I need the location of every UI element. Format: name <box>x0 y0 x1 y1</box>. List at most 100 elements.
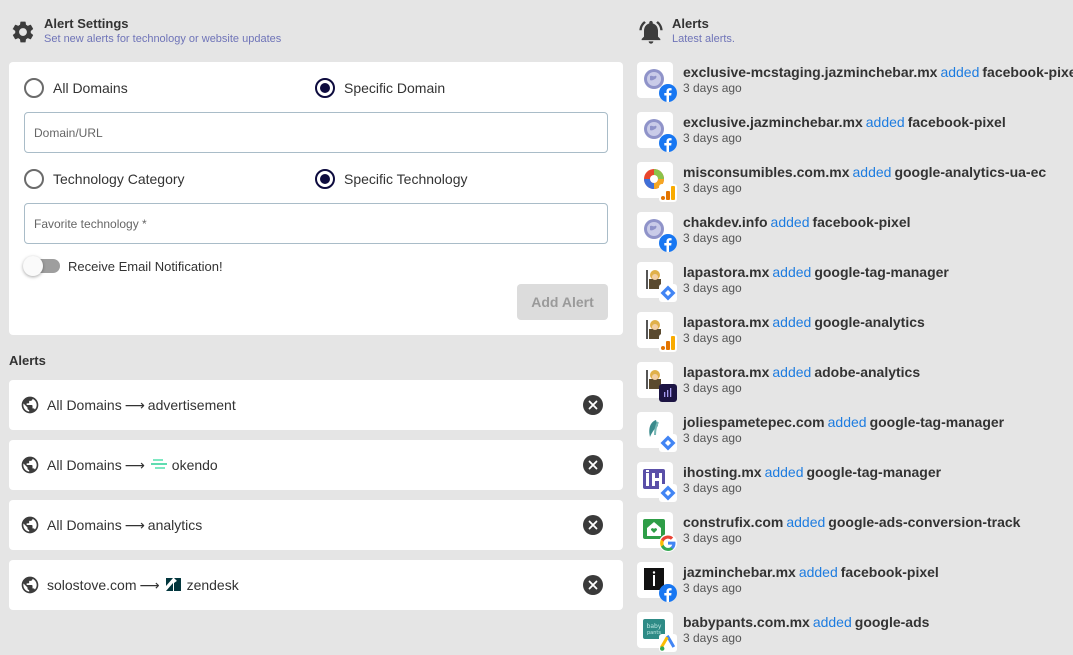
remove-alert-button[interactable] <box>583 395 603 415</box>
alert-technology-link[interactable]: google-ads <box>855 614 930 630</box>
radio-circle[interactable] <box>24 169 44 189</box>
alert-domain-link[interactable]: joliespametepec.com <box>683 414 825 430</box>
gear-icon <box>9 18 37 46</box>
globe-icon <box>21 456 39 474</box>
alert-action: added <box>764 464 804 480</box>
add-alert-button[interactable]: Add Alert <box>517 284 608 320</box>
alert-timestamp: 3 days ago <box>683 281 742 295</box>
alert-action: added <box>770 214 810 230</box>
radio-all-domains[interactable]: All Domains <box>24 78 315 98</box>
site-favicon <box>637 112 677 152</box>
radio-specific-technology[interactable]: Specific Technology <box>315 169 467 189</box>
arrow-right-icon: ⟶ <box>124 456 145 473</box>
alert-domain-link[interactable]: jazminchebar.mx <box>683 564 796 580</box>
svg-text:baby: baby <box>647 623 662 630</box>
alert-item: All Domains ⟶ okendo <box>9 440 623 490</box>
google-tag-manager-icon <box>659 434 677 452</box>
alert-feed-item: lapastora.mx added google-analytics 3 days … <box>637 312 1073 362</box>
alert-settings-subtitle: Set new alerts for technology or website… <box>44 33 282 45</box>
arrow-right-icon: ⟶ <box>124 396 145 413</box>
alert-technology-link[interactable]: google-ads-conversion-track <box>828 514 1020 530</box>
alert-technology-link[interactable]: google-analytics-ua-ec <box>894 164 1046 180</box>
favorite-technology-input[interactable] <box>24 203 608 244</box>
alert-domain-link[interactable]: exclusive.jazminchebar.mx <box>683 114 863 130</box>
domain-url-input[interactable] <box>24 112 608 153</box>
remove-alert-button[interactable] <box>583 455 603 475</box>
facebook-icon <box>659 584 677 602</box>
site-favicon <box>637 562 677 602</box>
site-favicon <box>637 262 677 302</box>
adobe-analytics-icon <box>659 384 677 402</box>
site-favicon <box>637 362 677 402</box>
alert-timestamp: 3 days ago <box>683 431 742 445</box>
alert-domain-link[interactable]: lapastora.mx <box>683 314 769 330</box>
alert-scope: All Domains <box>47 517 122 533</box>
toggle-knob[interactable] <box>23 256 43 276</box>
latest-alerts-panel: Alerts Latest alerts. exclusive-mcstagin… <box>637 0 1073 655</box>
globe-icon <box>21 576 39 594</box>
alert-action: added <box>786 514 826 530</box>
radio-specific-domain[interactable]: Specific Domain <box>315 78 445 98</box>
alert-technology-link[interactable]: facebook-pixel <box>908 114 1006 130</box>
alert-technology-link[interactable]: google-tag-manager <box>807 464 942 480</box>
alert-domain-link[interactable]: lapastora.mx <box>683 364 769 380</box>
alert-technology-link[interactable]: google-tag-manager <box>814 264 949 280</box>
alert-feed-item: jazminchebar.mx added facebook-pixel 3 days… <box>637 562 1073 612</box>
domain-scope-radio-group: All Domains Specific Domain <box>24 76 608 100</box>
alert-timestamp: 3 days ago <box>683 81 742 95</box>
site-favicon <box>637 462 677 502</box>
alert-timestamp: 3 days ago <box>683 631 742 645</box>
alert-domain-link[interactable]: chakdev.info <box>683 214 768 230</box>
alert-settings-header: Alert Settings Set new alerts for techno… <box>9 0 623 62</box>
google-tag-manager-icon <box>659 284 677 302</box>
alert-technology-link[interactable]: google-analytics <box>814 314 924 330</box>
google-analytics-icon <box>659 334 677 352</box>
alert-action: added <box>772 314 812 330</box>
site-favicon <box>637 512 677 552</box>
alert-scope: All Domains <box>47 457 122 473</box>
alert-item: All Domains ⟶ advertisement <box>9 380 623 430</box>
alert-feed-item: exclusive.jazminchebar.mx added facebook-p… <box>637 112 1073 162</box>
alert-technology-link[interactable]: google-tag-manager <box>870 414 1005 430</box>
radio-technology-category[interactable]: Technology Category <box>24 169 315 189</box>
remove-alert-button[interactable] <box>583 575 603 595</box>
email-notification-toggle[interactable] <box>23 256 60 276</box>
alert-technology-link[interactable]: facebook-pixel <box>841 564 939 580</box>
alert-timestamp: 3 days ago <box>683 131 742 145</box>
radio-circle-checked[interactable] <box>315 78 335 98</box>
alert-action: added <box>772 364 812 380</box>
alert-domain-link[interactable]: exclusive-mcstaging.jazminchebar.mx <box>683 64 937 80</box>
email-notification-row: Receive Email Notification! <box>23 255 608 277</box>
latest-alerts-title: Alerts <box>672 16 709 31</box>
facebook-icon <box>659 234 677 252</box>
alert-domain-link[interactable]: misconsumibles.com.mx <box>683 164 850 180</box>
radio-circle[interactable] <box>24 78 44 98</box>
globe-icon <box>21 516 39 534</box>
alert-domain-link[interactable]: lapastora.mx <box>683 264 769 280</box>
alert-timestamp: 3 days ago <box>683 331 742 345</box>
radio-circle-checked[interactable] <box>315 169 335 189</box>
site-favicon <box>637 162 677 202</box>
alert-technology-link[interactable]: facebook-pixel <box>812 214 910 230</box>
my-alerts-heading: Alerts <box>9 353 46 368</box>
site-favicon <box>637 312 677 352</box>
alert-item: All Domains ⟶ analytics <box>9 500 623 550</box>
alert-feed-item: ihosting.mx added google-tag-manager 3 days… <box>637 462 1073 512</box>
alert-action: added <box>940 64 980 80</box>
zendesk-logo-icon <box>165 578 182 592</box>
alert-technology-link[interactable]: facebook-pixel <box>982 64 1073 80</box>
alert-domain-link[interactable]: construfix.com <box>683 514 783 530</box>
latest-alerts-subtitle: Latest alerts. <box>672 33 735 45</box>
alert-domain-link[interactable]: babypants.com.mx <box>683 614 810 630</box>
alert-timestamp: 3 days ago <box>683 481 742 495</box>
close-icon <box>588 580 598 590</box>
close-icon <box>588 460 598 470</box>
alert-technology-link[interactable]: adobe-analytics <box>814 364 920 380</box>
alert-domain-link[interactable]: ihosting.mx <box>683 464 762 480</box>
remove-alert-button[interactable] <box>583 515 603 535</box>
alert-feed-item: lapastora.mx added adobe-analytics 3 days a… <box>637 362 1073 412</box>
globe-icon <box>21 396 39 414</box>
alert-action: added <box>827 414 867 430</box>
alert-scope: All Domains <box>47 397 122 413</box>
alert-feed-item: construfix.com added google-ads-conversion… <box>637 512 1073 562</box>
